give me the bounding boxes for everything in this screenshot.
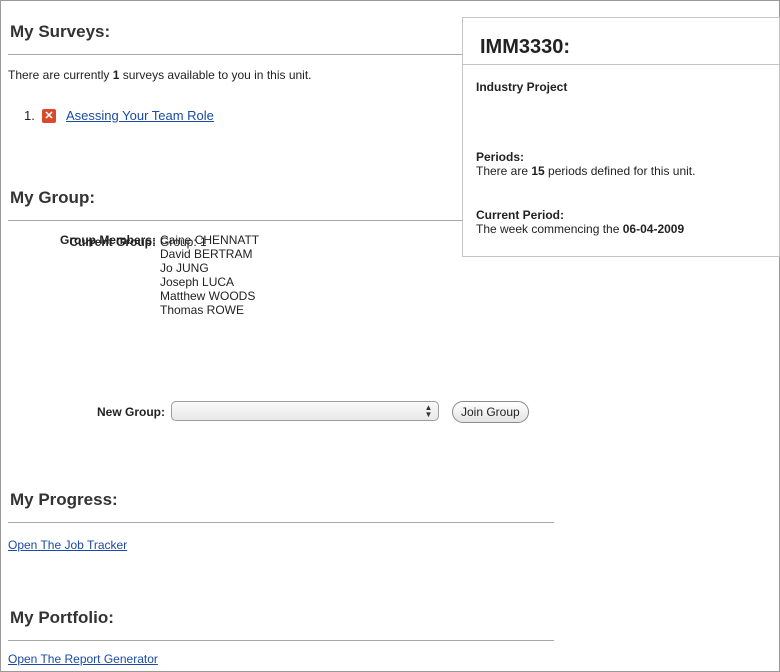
join-group-button[interactable]: Join Group	[452, 401, 529, 423]
job-tracker-link[interactable]: Open The Job Tracker	[8, 538, 127, 552]
new-group-select[interactable]: ▲ ▼	[171, 401, 439, 421]
select-arrows-icon: ▲ ▼	[424, 403, 433, 419]
group-title: My Group:	[10, 188, 95, 207]
group-member: Thomas ROWE	[160, 303, 245, 317]
survey-list-item: 1. ✕ Asessing Your Team Role	[24, 108, 214, 123]
surveys-intro: There are currently 1 surveys available …	[8, 68, 312, 82]
unit-code: IMM3330:	[480, 36, 571, 58]
close-icon: ✕	[42, 108, 56, 123]
surveys-intro-after: surveys available to you in this unit.	[119, 68, 312, 82]
periods-after: periods defined for this unit.	[544, 164, 696, 178]
group-member: Caine CHENNATT	[160, 233, 260, 247]
current-period-text: The week commencing the 06-04-2009	[476, 222, 684, 236]
periods-heading: Periods:	[476, 150, 525, 164]
current-period-date: 06-04-2009	[622, 222, 685, 236]
report-generator-link[interactable]: Open The Report Generator	[8, 652, 158, 666]
new-group-label: New Group:	[97, 405, 165, 419]
group-members-list: Caine CHENNATT David BERTRAM Jo JUNG Jos…	[160, 233, 259, 317]
group-divider	[8, 220, 462, 221]
current-period-heading: Current Period:	[476, 208, 565, 222]
surveys-divider	[8, 54, 462, 55]
periods-text: There are 15 periods defined for this un…	[476, 164, 695, 178]
portfolio-title: My Portfolio:	[10, 608, 114, 627]
group-member: Jo JUNG	[160, 261, 209, 275]
survey-link[interactable]: Asessing Your Team Role	[66, 108, 214, 123]
group-members-label: Group Members:	[59, 233, 156, 247]
survey-number: 1.	[24, 108, 35, 123]
progress-divider	[8, 522, 554, 523]
portfolio-divider	[8, 640, 554, 641]
periods-count: 15	[531, 164, 545, 178]
group-member: Matthew WOODS	[160, 289, 256, 303]
periods-before: There are	[476, 164, 532, 178]
surveys-title: My Surveys:	[10, 22, 111, 41]
progress-title: My Progress:	[10, 490, 118, 509]
surveys-intro-before: There are currently	[8, 68, 113, 82]
unit-info-panel: IMM3330: Industry Project Periods: There…	[462, 17, 780, 257]
group-member: David BERTRAM	[160, 247, 253, 261]
group-member: Joseph LUCA	[160, 275, 235, 289]
unit-divider	[463, 64, 780, 65]
unit-name: Industry Project	[476, 80, 568, 94]
current-period-before: The week commencing the	[476, 222, 623, 236]
